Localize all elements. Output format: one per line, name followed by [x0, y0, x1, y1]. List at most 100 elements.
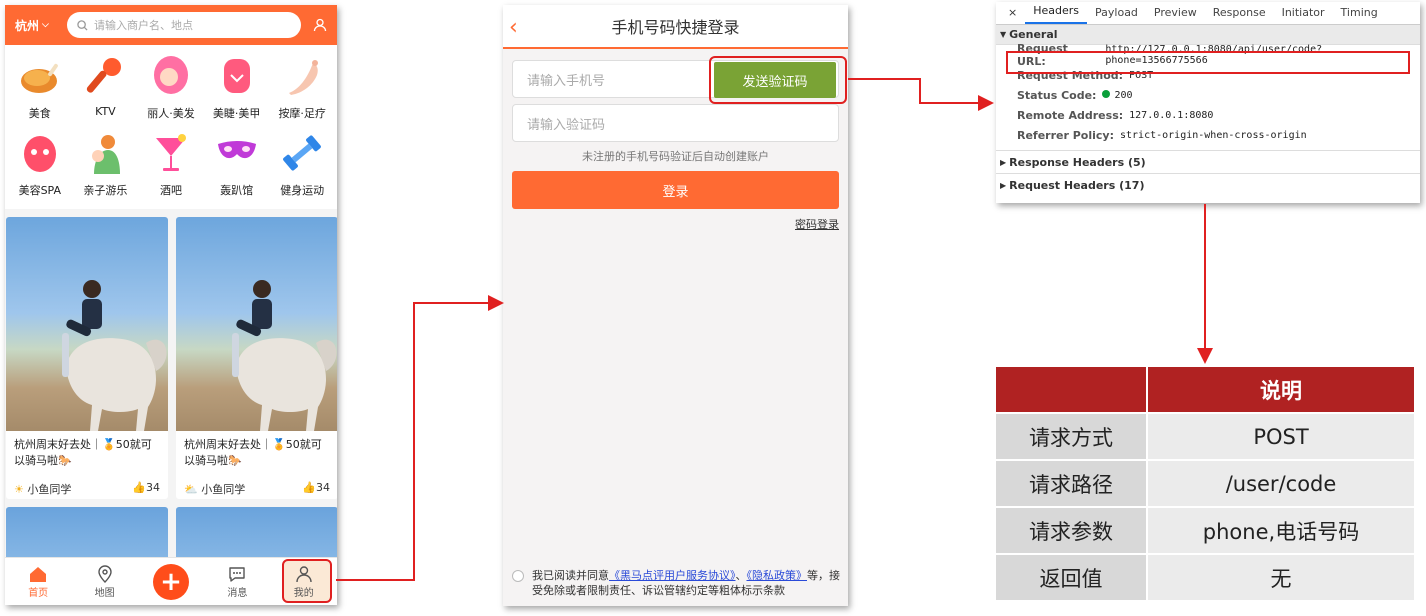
- search-icon: [77, 19, 88, 31]
- category-beauty-hair[interactable]: 丽人·美发: [138, 53, 204, 130]
- tab-timing[interactable]: Timing: [1333, 6, 1386, 24]
- home-icon: [30, 567, 47, 582]
- category-spa[interactable]: 美容SPA: [7, 130, 73, 207]
- tab-headers[interactable]: Headers: [1025, 4, 1088, 24]
- feed-card[interactable]: 杭州周末好去处｜🏅50就可以骑马啦🐎 ☀ 小鱼同学 👍34: [6, 217, 168, 499]
- search-input[interactable]: 请输入商户名、地点: [67, 12, 301, 38]
- tab-preview[interactable]: Preview: [1146, 6, 1205, 24]
- category-bar[interactable]: 酒吧: [138, 130, 204, 207]
- privacy-policy-link[interactable]: 《隐私政策》: [747, 569, 808, 582]
- card-author-row: ⛅ 小鱼同学: [184, 481, 245, 497]
- category-label: 酒吧: [159, 184, 182, 197]
- table-cell-key: 请求方式: [996, 414, 1146, 459]
- arrow-home-to-login: [336, 295, 504, 581]
- chevron-down-icon: ⌵: [42, 20, 49, 30]
- tab-map[interactable]: 地图: [80, 564, 130, 599]
- category-lash-nail[interactable]: 美睫·美甲: [204, 53, 270, 130]
- category-label: 按摩·足疗: [278, 107, 326, 120]
- triangle-right-icon: ▶: [1000, 180, 1007, 190]
- user-icon[interactable]: [313, 18, 327, 32]
- card-photo: [176, 217, 337, 431]
- category-label: 亲子游乐: [83, 184, 128, 197]
- page-title: 手机号码快捷登录: [611, 18, 740, 37]
- request-headers-toggle[interactable]: ▶ Request Headers (17): [996, 173, 1420, 196]
- category-label: 美容SPA: [18, 184, 62, 197]
- kv-key: Remote Address:: [1017, 108, 1124, 122]
- section-title: General: [1009, 28, 1058, 41]
- login-button[interactable]: 登录: [512, 171, 839, 209]
- table-cell-value: POST: [1148, 414, 1414, 459]
- tab-messages[interactable]: 消息: [212, 564, 262, 599]
- tab-payload[interactable]: Payload: [1087, 6, 1146, 24]
- cloud-icon: ⛅: [184, 483, 198, 496]
- search-placeholder: 请输入商户名、地点: [94, 19, 193, 32]
- kv-value: 127.0.0.1:8080: [1129, 109, 1214, 121]
- back-arrow-icon[interactable]: ‹: [509, 15, 518, 40]
- table-cell-key: 请求参数: [996, 508, 1146, 553]
- status-value: 200: [1114, 89, 1133, 101]
- login-header: ‹ 手机号码快捷登录: [503, 5, 848, 49]
- status-dot-icon: [1102, 89, 1111, 98]
- referrer-policy-row: Referrer Policy: strict-origin-when-cross…: [996, 125, 1420, 145]
- microphone-icon: [82, 53, 128, 99]
- home-header: 杭州 ⌵ 请输入商户名、地点: [5, 5, 337, 45]
- city-selector[interactable]: 杭州 ⌵: [15, 17, 67, 34]
- code-field[interactable]: 请输入验证码: [512, 104, 839, 142]
- table-cell-value: phone,电话号码: [1148, 508, 1414, 553]
- category-party[interactable]: 轰趴馆: [204, 130, 270, 207]
- bottom-tab-bar: 首页 地图 + 消息 我的: [5, 557, 337, 605]
- dumbbell-icon: [279, 130, 325, 176]
- cocktail-icon: [148, 130, 194, 176]
- category-family[interactable]: 亲子游乐: [73, 130, 139, 207]
- roast-chicken-icon: [17, 53, 63, 99]
- tab-response[interactable]: Response: [1205, 6, 1274, 24]
- like-button[interactable]: 👍34: [132, 481, 160, 497]
- woman-hair-icon: [148, 53, 194, 99]
- service-agreement-link[interactable]: 《黑马点评用户服务协议》: [609, 569, 736, 582]
- category-label: 健身运动: [280, 184, 325, 197]
- tab-home[interactable]: 首页: [13, 564, 63, 599]
- sun-icon: ☀: [14, 483, 24, 496]
- category-food[interactable]: 美食: [7, 53, 73, 130]
- party-mask-icon: [214, 130, 260, 176]
- register-hint: 未注册的手机号码验证后自动创建账户: [582, 150, 769, 163]
- table-cell-value: /user/code: [1148, 461, 1414, 506]
- table-header-row: 说明: [996, 367, 1414, 412]
- category-fitness[interactable]: 健身运动: [269, 130, 335, 207]
- category-ktv[interactable]: KTV: [73, 53, 139, 130]
- agree-checkbox[interactable]: [512, 570, 524, 582]
- kv-value: strict-origin-when-cross-origin: [1120, 129, 1307, 141]
- like-button[interactable]: 👍34: [302, 481, 330, 497]
- remote-address-row: Remote Address: 127.0.0.1:8080: [996, 105, 1420, 125]
- table-header-cell: 说明: [1148, 367, 1414, 412]
- table-cell-value: 无: [1148, 555, 1414, 600]
- triangle-down-icon: ▼: [1000, 30, 1007, 39]
- foot-massage-icon: [279, 53, 325, 99]
- agree-separator: 、: [735, 569, 747, 582]
- close-icon[interactable]: ×: [1000, 6, 1025, 24]
- category-label: 美睫·美甲: [212, 107, 261, 120]
- card-title: 杭州周末好去处｜🏅50就可以骑马啦🐎: [184, 438, 322, 467]
- category-massage[interactable]: 按摩·足疗: [269, 53, 335, 130]
- agreement-text: 我已阅读并同意《黑马点评用户服务协议》、《隐私政策》等，接受免除或者限制责任、诉…: [532, 568, 840, 598]
- password-login-link[interactable]: 密码登录: [512, 216, 839, 232]
- agreement: 我已阅读并同意《黑马点评用户服务协议》、《隐私政策》等，接受免除或者限制责任、诉…: [512, 568, 840, 598]
- response-headers-toggle[interactable]: ▶ Response Headers (5): [996, 150, 1420, 173]
- highlight-box: [709, 56, 847, 104]
- table-row: 请求方式 POST: [996, 414, 1414, 459]
- tab-initiator[interactable]: Initiator: [1274, 6, 1333, 24]
- feed-card[interactable]: 杭州周末好去处｜🏅50就可以骑马啦🐎 ⛅ 小鱼同学 👍34: [176, 217, 337, 499]
- kv-key: Referrer Policy:: [1017, 128, 1114, 142]
- triangle-right-icon: ▶: [1000, 157, 1007, 167]
- city-label: 杭州: [15, 18, 40, 33]
- category-label: KTV: [95, 105, 116, 118]
- tab-mine[interactable]: 我的: [279, 564, 329, 599]
- kv-key: Status Code:: [1017, 88, 1097, 102]
- card-meta: ⛅ 小鱼同学 👍34: [176, 473, 337, 497]
- table-row: 请求路径 /user/code: [996, 461, 1414, 506]
- tab-label: 首页: [28, 588, 49, 599]
- table-row: 返回值 无: [996, 555, 1414, 600]
- card-author: 小鱼同学: [27, 483, 72, 496]
- tab-publish[interactable]: +: [146, 563, 196, 600]
- table-header-cell: [996, 367, 1146, 412]
